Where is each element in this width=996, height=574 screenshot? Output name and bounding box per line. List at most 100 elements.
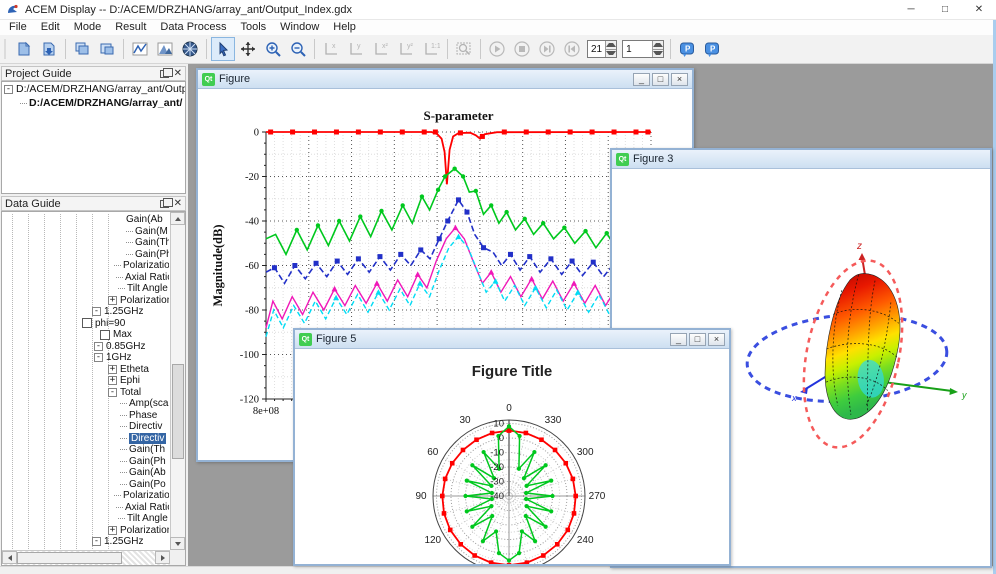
horizontal-scrollbar[interactable] [2,550,170,565]
tree-item-directiv[interactable]: Directiv [120,421,169,433]
report-1-icon[interactable]: P [675,37,699,61]
pointer-tool-icon[interactable] [211,37,235,61]
checkbox-icon[interactable] [82,318,92,328]
scroll-down-icon[interactable] [170,537,185,550]
tree-item-polarization[interactable]: +Polarization [108,525,169,537]
tree-item-gain-ab[interactable]: Gain(Ab [126,214,169,226]
scroll-left-icon[interactable] [2,551,17,564]
vertical-scrollbar-thumb[interactable] [172,364,184,459]
frame-count-value[interactable]: 21 [588,41,605,57]
scroll-up-icon[interactable] [170,212,185,225]
figure5-window-titlebar[interactable]: Qt Figure 5 _ □ × [295,330,729,349]
frame-count-spinbox[interactable]: 21 [587,40,617,58]
axis-scale-2-icon[interactable]: y [344,37,368,61]
figure-close-button[interactable]: × [671,73,688,86]
stop-icon[interactable] [510,37,534,61]
axis-scale-5-icon[interactable]: 1:1 [419,37,443,61]
scroll-right-icon[interactable] [155,551,170,564]
tree-item-gain-po[interactable]: Gain(Po [120,479,169,491]
zoom-in-tool-icon[interactable] [261,37,285,61]
tree-item-1-25ghz[interactable]: -1.25GHz [92,536,169,548]
plot-2d-icon[interactable] [128,37,152,61]
tree-item-d-acem-drzhang-array-ant-output-inde[interactable]: -D:/ACEM/DRZHANG/array_ant/Output_Inde [4,82,185,96]
menu-item-file[interactable]: File [2,20,34,35]
figure3-window-titlebar[interactable]: Qt Figure 3 [612,150,990,169]
plot-polar-icon[interactable] [178,37,202,61]
tree-item-axial-ratio[interactable]: Axial Ratio [116,502,169,514]
tree-item-3d-pattern[interactable]: -3D Pattern [56,548,169,550]
close-button[interactable]: ✕ [962,0,996,19]
open-result-icon[interactable] [12,37,36,61]
tree-item-polarization[interactable]: Polarization [114,260,169,272]
tree-item-max[interactable]: Max [100,329,169,341]
float-panel-icon[interactable] [160,200,169,208]
tree-item-amp-sca[interactable]: Amp(sca [120,398,169,410]
axis-scale-4-icon[interactable]: y² [394,37,418,61]
spin-down-icon[interactable] [653,49,663,58]
step-forward-icon[interactable] [535,37,559,61]
title-bar[interactable]: ACEM Display -- D:/ACEM/DRZHANG/array_an… [0,0,996,20]
figure5-minimize-button[interactable]: _ [670,333,687,346]
toolbar-grip[interactable] [4,39,9,59]
zoom-region-icon[interactable] [452,37,476,61]
menu-item-edit[interactable]: Edit [34,20,67,35]
tree-item-0-85ghz[interactable]: -0.85GHz [94,341,169,353]
figure5-close-button[interactable]: × [708,333,725,346]
spin-up-icon[interactable] [653,41,663,49]
menu-item-mode[interactable]: Mode [67,20,109,35]
report-2-icon[interactable]: P [700,37,724,61]
minimize-button[interactable]: ─ [894,0,928,19]
tree-item-phase[interactable]: Phase [120,410,169,422]
axis-scale-3-icon[interactable]: x² [369,37,393,61]
spin-up-icon[interactable] [606,41,616,49]
tree-item-axial-ratio[interactable]: Axial Ratio [116,272,169,284]
axis-scale-1-icon[interactable]: x [319,37,343,61]
expand-icon[interactable]: + [108,376,117,385]
figure5-window[interactable]: Qt Figure 5 _ □ × Figure Title 030609012… [293,328,731,566]
tree-item-gain-m[interactable]: Gain(M [126,226,169,238]
expand-icon[interactable]: + [108,365,117,374]
tree-item-tilt-angle[interactable]: Tilt Angle [118,283,169,295]
tree-item-polarization[interactable]: +Polarization [108,295,169,307]
horizontal-scrollbar-thumb[interactable] [17,552,122,564]
figure-window-titlebar[interactable]: Qt Figure _ □ × [198,70,692,89]
spin-down-icon[interactable] [606,49,616,58]
tree-item-polarization[interactable]: Polarization [114,490,169,502]
checkbox-icon[interactable] [100,330,110,340]
step-back-icon[interactable] [560,37,584,61]
tree-item-1ghz[interactable]: -1GHz [94,352,169,364]
tree-item-tilt-angle[interactable]: Tilt Angle [118,513,169,525]
tree-item-gain-ab[interactable]: Gain(Ab [120,467,169,479]
expand-icon[interactable]: + [108,526,117,535]
tree-item-gain-ph[interactable]: Gain(Ph [126,249,169,261]
tree-item-gain-th[interactable]: Gain(Th [126,237,169,249]
tree-item-ephi[interactable]: +Ephi [108,375,169,387]
figure5-maximize-button[interactable]: □ [689,333,706,346]
vertical-scrollbar[interactable] [170,212,185,550]
menu-item-result[interactable]: Result [108,20,153,35]
maximize-button[interactable]: □ [928,0,962,19]
collapse-icon[interactable]: - [94,353,103,362]
tree-item-etheta[interactable]: +Etheta [108,364,169,376]
tile-windows-icon[interactable] [95,37,119,61]
save-result-icon[interactable] [37,37,61,61]
expand-icon[interactable]: + [108,296,117,305]
figure-maximize-button[interactable]: □ [652,73,669,86]
tree-item-total[interactable]: -Total [108,387,169,399]
tree-item-gain-ph[interactable]: Gain(Ph [120,456,169,468]
zoom-out-tool-icon[interactable] [286,37,310,61]
float-panel-icon[interactable] [160,70,169,78]
pan-tool-icon[interactable] [236,37,260,61]
collapse-icon[interactable]: - [94,342,103,351]
cascade-windows-icon[interactable] [70,37,94,61]
tree-item-d-acem-drzhang-array-ant-[interactable]: D:/ACEM/DRZHANG/array_ant/ [20,96,185,110]
plot-3d-icon[interactable] [153,37,177,61]
collapse-icon[interactable]: - [92,307,101,316]
tree-item-directiv[interactable]: Directiv [120,433,169,445]
collapse-icon[interactable]: - [92,537,101,546]
close-panel-icon[interactable]: ✕ [174,69,182,79]
collapse-icon[interactable]: - [4,85,13,94]
collapse-icon[interactable]: - [108,388,117,397]
frame-index-value[interactable]: 1 [623,41,652,57]
tree-item-1-25ghz[interactable]: -1.25GHz [92,306,169,318]
